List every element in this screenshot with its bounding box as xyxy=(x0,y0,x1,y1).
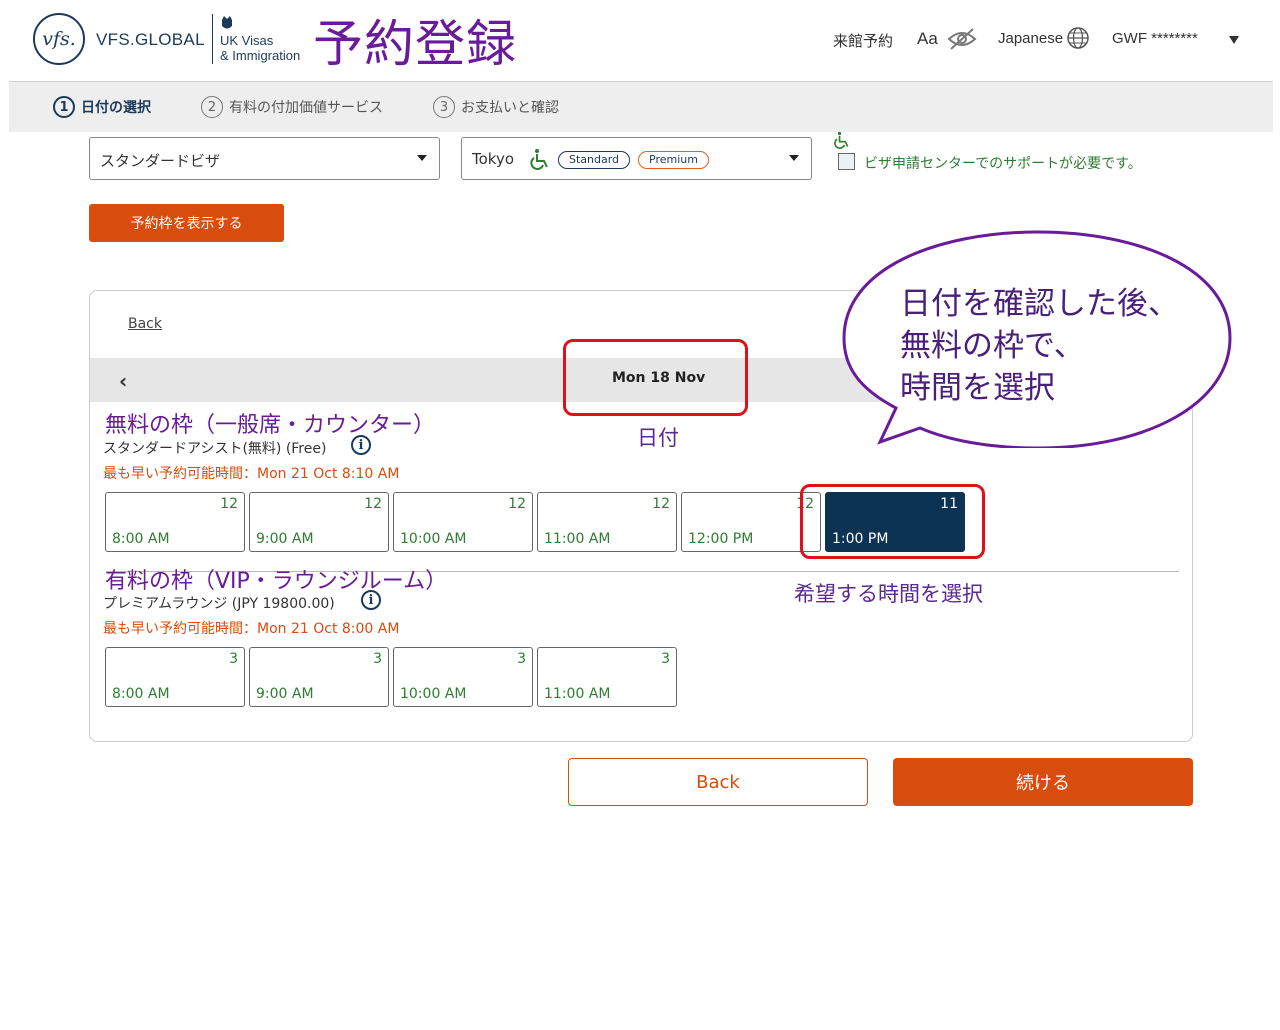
slot-time: 8:00 AM xyxy=(112,686,170,702)
step-label: 有料の付加価値サービス xyxy=(229,100,383,116)
slot-time: 11:00 AM xyxy=(544,686,611,702)
bubble-line-3: 時間を選択 xyxy=(900,370,1055,406)
slot-count: 12 xyxy=(220,496,238,512)
globe-icon[interactable] xyxy=(1067,27,1089,49)
free-section-title: 無料の枠（一般席・カウンター） xyxy=(105,413,436,438)
slot-time: 10:00 AM xyxy=(400,531,467,547)
chevron-down-icon xyxy=(417,155,427,161)
uk-visas-logo: UK Visas & Immigration xyxy=(220,33,300,63)
slot-count: 3 xyxy=(661,651,670,667)
user-account-menu[interactable]: GWF ******** xyxy=(1112,30,1198,47)
slot-time: 9:00 AM xyxy=(256,531,314,547)
slot-time: 10:00 AM xyxy=(400,686,467,702)
slot-premium-0800[interactable]: 3 8:00 AM xyxy=(105,647,245,707)
visa-type-select[interactable]: スタンダードビザ xyxy=(89,137,440,180)
panel-back-link[interactable]: Back xyxy=(128,316,162,332)
show-slots-button[interactable]: 予約枠を表示する xyxy=(89,204,284,242)
caret-down-icon[interactable] xyxy=(1229,36,1239,44)
slot-count: 3 xyxy=(373,651,382,667)
standard-pill: Standard xyxy=(558,151,631,169)
logo-divider xyxy=(212,14,213,64)
info-icon[interactable]: i xyxy=(351,435,371,455)
page-title: 予約登録 xyxy=(313,15,517,73)
slot-free-0900[interactable]: 12 9:00 AM xyxy=(249,492,389,552)
date-highlight-box xyxy=(563,339,748,416)
time-annotation: 希望する時間を選択 xyxy=(794,582,983,606)
slot-free-1100[interactable]: 12 11:00 AM xyxy=(537,492,677,552)
info-icon[interactable]: i xyxy=(361,590,381,610)
free-section-subtitle: スタンダードアシスト(無料) (Free) xyxy=(103,441,327,457)
step-label: 日付の選択 xyxy=(81,100,151,116)
back-button[interactable]: Back xyxy=(568,758,868,806)
step-number: 3 xyxy=(433,96,455,118)
slot-count: 3 xyxy=(229,651,238,667)
step-payment-confirm: 3 お支払いと確認 xyxy=(433,96,559,118)
slot-count: 12 xyxy=(652,496,670,512)
language-selector[interactable]: Japanese xyxy=(998,30,1063,47)
eye-off-icon[interactable] xyxy=(946,26,978,52)
vfs-logo: vfs. xyxy=(33,13,85,65)
slot-free-0800[interactable]: 12 8:00 AM xyxy=(105,492,245,552)
step-number: 2 xyxy=(201,96,223,118)
free-earliest-time: 最も早い予約可能時間：Mon 21 Oct 8:10 AM xyxy=(103,466,400,482)
partner-line-2: & Immigration xyxy=(220,48,301,63)
premium-section-subtitle: プレミアムラウンジ (JPY 19800.00) xyxy=(103,596,335,612)
centre-value: Tokyo xyxy=(472,150,514,168)
continue-button[interactable]: 続ける xyxy=(893,758,1193,806)
partner-line-1: UK Visas xyxy=(220,33,274,48)
bubble-line-2: 無料の枠で、 xyxy=(900,328,1085,364)
chevron-down-icon xyxy=(789,155,799,161)
step-date-selection: 1 日付の選択 xyxy=(53,96,151,118)
slot-time: 11:00 AM xyxy=(544,531,611,547)
premium-section-title: 有料の枠（VIP・ラウンジルーム） xyxy=(105,569,448,594)
step-number: 1 xyxy=(53,96,75,118)
font-size-toggle[interactable]: Aa xyxy=(917,29,938,49)
visa-type-value: スタンダードビザ xyxy=(100,152,221,170)
slot-premium-0900[interactable]: 3 9:00 AM xyxy=(249,647,389,707)
support-checkbox[interactable] xyxy=(838,153,855,170)
support-checkbox-label: ビザ申請センターでのサポートが必要です。 xyxy=(864,156,1142,172)
step-label: お支払いと確認 xyxy=(461,100,559,116)
slot-count: 3 xyxy=(517,651,526,667)
chevron-left-icon[interactable]: ‹ xyxy=(119,369,127,393)
slot-time: 8:00 AM xyxy=(112,531,170,547)
slot-count: 12 xyxy=(364,496,382,512)
royal-crest-icon xyxy=(222,16,232,29)
centre-select[interactable]: Tokyo Standard Premium xyxy=(461,137,812,180)
bubble-line-1: 日付を確認した後、 xyxy=(900,286,1179,322)
premium-pill: Premium xyxy=(638,151,709,169)
slot-premium-1100[interactable]: 3 11:00 AM xyxy=(537,647,677,707)
progress-steps: 1 日付の選択 2 有料の付加価値サービス 3 お支払いと確認 xyxy=(9,81,1273,132)
wheelchair-icon xyxy=(834,131,849,149)
slot-free-1000[interactable]: 12 10:00 AM xyxy=(393,492,533,552)
nav-booking-link[interactable]: 来館予約 xyxy=(833,30,893,51)
step-value-added-services: 2 有料の付加価値サービス xyxy=(201,96,383,118)
bubble-text: 日付を確認した後、 無料の枠で、 時間を選択 xyxy=(900,283,1179,409)
slot-premium-1000[interactable]: 3 10:00 AM xyxy=(393,647,533,707)
slot-count: 12 xyxy=(508,496,526,512)
date-annotation: 日付 xyxy=(637,426,679,450)
wheelchair-icon xyxy=(530,149,548,170)
slot-time: 9:00 AM xyxy=(256,686,314,702)
slot-time: 12:00 PM xyxy=(688,531,754,547)
premium-earliest-time: 最も早い予約可能時間：Mon 21 Oct 8:00 AM xyxy=(103,621,400,637)
time-highlight-box xyxy=(800,484,985,559)
vfs-brand-text: VFS.GLOBAL xyxy=(96,30,205,49)
